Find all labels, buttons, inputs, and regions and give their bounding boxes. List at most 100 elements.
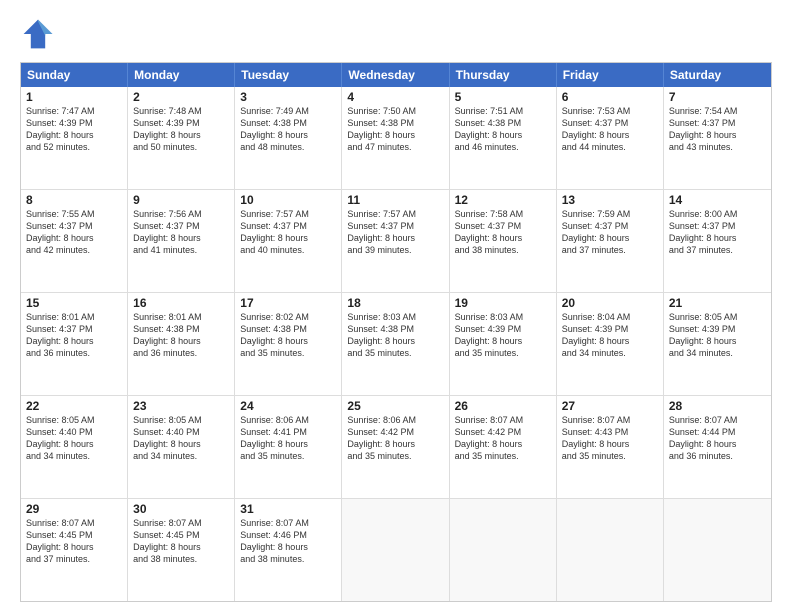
cell-line: and 34 minutes. (562, 347, 658, 359)
cell-line: Daylight: 8 hours (133, 232, 229, 244)
day-number: 23 (133, 399, 229, 413)
cell-line: Sunrise: 8:07 AM (26, 517, 122, 529)
cell-line: Daylight: 8 hours (562, 129, 658, 141)
cell-line: Daylight: 8 hours (669, 438, 766, 450)
cell-line: and 38 minutes. (240, 553, 336, 565)
cell-line: Sunrise: 8:04 AM (562, 311, 658, 323)
day-number: 5 (455, 90, 551, 104)
cell-line: and 44 minutes. (562, 141, 658, 153)
day-number: 31 (240, 502, 336, 516)
cell-line: Sunrise: 7:55 AM (26, 208, 122, 220)
weekday-header: Friday (557, 63, 664, 87)
cell-line: Sunset: 4:38 PM (133, 323, 229, 335)
calendar-cell: 4Sunrise: 7:50 AMSunset: 4:38 PMDaylight… (342, 87, 449, 189)
day-number: 30 (133, 502, 229, 516)
cell-line: Daylight: 8 hours (455, 335, 551, 347)
cell-line: Daylight: 8 hours (240, 129, 336, 141)
cell-line: Daylight: 8 hours (133, 129, 229, 141)
cell-line: Daylight: 8 hours (26, 129, 122, 141)
cell-line: Sunset: 4:37 PM (562, 220, 658, 232)
calendar-cell: 23Sunrise: 8:05 AMSunset: 4:40 PMDayligh… (128, 396, 235, 498)
cell-line: and 35 minutes. (455, 450, 551, 462)
day-number: 6 (562, 90, 658, 104)
cell-line: Sunset: 4:39 PM (455, 323, 551, 335)
cell-line: and 40 minutes. (240, 244, 336, 256)
day-number: 4 (347, 90, 443, 104)
calendar-cell: 11Sunrise: 7:57 AMSunset: 4:37 PMDayligh… (342, 190, 449, 292)
cell-line: and 34 minutes. (133, 450, 229, 462)
cell-line: Daylight: 8 hours (347, 232, 443, 244)
day-number: 20 (562, 296, 658, 310)
cell-line: Sunrise: 8:07 AM (455, 414, 551, 426)
cell-line: Daylight: 8 hours (240, 541, 336, 553)
cell-line: Daylight: 8 hours (240, 335, 336, 347)
cell-line: Sunrise: 8:03 AM (347, 311, 443, 323)
cell-line: and 52 minutes. (26, 141, 122, 153)
calendar-cell: 13Sunrise: 7:59 AMSunset: 4:37 PMDayligh… (557, 190, 664, 292)
cell-line: Sunset: 4:37 PM (669, 117, 766, 129)
cell-line: Daylight: 8 hours (455, 438, 551, 450)
calendar-cell: 10Sunrise: 7:57 AMSunset: 4:37 PMDayligh… (235, 190, 342, 292)
cell-line: Sunrise: 8:01 AM (26, 311, 122, 323)
cell-line: Sunrise: 7:51 AM (455, 105, 551, 117)
cell-line: and 37 minutes. (562, 244, 658, 256)
cell-line: Sunset: 4:37 PM (347, 220, 443, 232)
cell-line: Daylight: 8 hours (455, 232, 551, 244)
calendar-cell (557, 499, 664, 601)
cell-line: Sunrise: 7:58 AM (455, 208, 551, 220)
page: SundayMondayTuesdayWednesdayThursdayFrid… (0, 0, 792, 612)
logo-icon (20, 16, 56, 52)
calendar-cell: 31Sunrise: 8:07 AMSunset: 4:46 PMDayligh… (235, 499, 342, 601)
day-number: 26 (455, 399, 551, 413)
cell-line: Sunset: 4:43 PM (562, 426, 658, 438)
cell-line: Sunrise: 8:03 AM (455, 311, 551, 323)
cell-line: Daylight: 8 hours (133, 438, 229, 450)
cell-line: and 35 minutes. (455, 347, 551, 359)
cell-line: Daylight: 8 hours (455, 129, 551, 141)
cell-line: Sunrise: 8:01 AM (133, 311, 229, 323)
day-number: 14 (669, 193, 766, 207)
cell-line: and 37 minutes. (669, 244, 766, 256)
day-number: 3 (240, 90, 336, 104)
calendar-cell: 30Sunrise: 8:07 AMSunset: 4:45 PMDayligh… (128, 499, 235, 601)
cell-line: Sunrise: 7:48 AM (133, 105, 229, 117)
cell-line: Sunrise: 8:05 AM (669, 311, 766, 323)
cell-line: Sunrise: 8:00 AM (669, 208, 766, 220)
cell-line: and 35 minutes. (562, 450, 658, 462)
weekday-header: Monday (128, 63, 235, 87)
calendar-cell: 7Sunrise: 7:54 AMSunset: 4:37 PMDaylight… (664, 87, 771, 189)
calendar-cell: 5Sunrise: 7:51 AMSunset: 4:38 PMDaylight… (450, 87, 557, 189)
cell-line: and 41 minutes. (133, 244, 229, 256)
cell-line: Sunset: 4:41 PM (240, 426, 336, 438)
day-number: 22 (26, 399, 122, 413)
day-number: 13 (562, 193, 658, 207)
day-number: 19 (455, 296, 551, 310)
calendar-cell: 29Sunrise: 8:07 AMSunset: 4:45 PMDayligh… (21, 499, 128, 601)
cell-line: Sunset: 4:39 PM (26, 117, 122, 129)
calendar-cell (664, 499, 771, 601)
calendar-row: 29Sunrise: 8:07 AMSunset: 4:45 PM Dayligh… (21, 498, 771, 601)
cell-line: Sunset: 4:39 PM (669, 323, 766, 335)
calendar-cell: 17Sunrise: 8:02 AMSunset: 4:38 PMDayligh… (235, 293, 342, 395)
cell-line: Sunset: 4:38 PM (347, 117, 443, 129)
calendar-cell (342, 499, 449, 601)
calendar: SundayMondayTuesdayWednesdayThursdayFrid… (20, 62, 772, 602)
day-number: 29 (26, 502, 122, 516)
cell-line: Daylight: 8 hours (562, 438, 658, 450)
day-number: 9 (133, 193, 229, 207)
cell-line: Sunset: 4:40 PM (133, 426, 229, 438)
cell-line: Daylight: 8 hours (669, 232, 766, 244)
day-number: 12 (455, 193, 551, 207)
cell-line: Sunset: 4:45 PM (26, 529, 122, 541)
cell-line: Daylight: 8 hours (26, 438, 122, 450)
cell-line: Sunset: 4:38 PM (455, 117, 551, 129)
cell-line: Sunrise: 7:57 AM (240, 208, 336, 220)
calendar-cell: 12Sunrise: 7:58 AMSunset: 4:37 PMDayligh… (450, 190, 557, 292)
day-number: 21 (669, 296, 766, 310)
cell-line: Daylight: 8 hours (669, 129, 766, 141)
day-number: 15 (26, 296, 122, 310)
cell-line: Sunrise: 8:07 AM (669, 414, 766, 426)
cell-line: Daylight: 8 hours (26, 232, 122, 244)
cell-line: Daylight: 8 hours (347, 129, 443, 141)
cell-line: and 46 minutes. (455, 141, 551, 153)
